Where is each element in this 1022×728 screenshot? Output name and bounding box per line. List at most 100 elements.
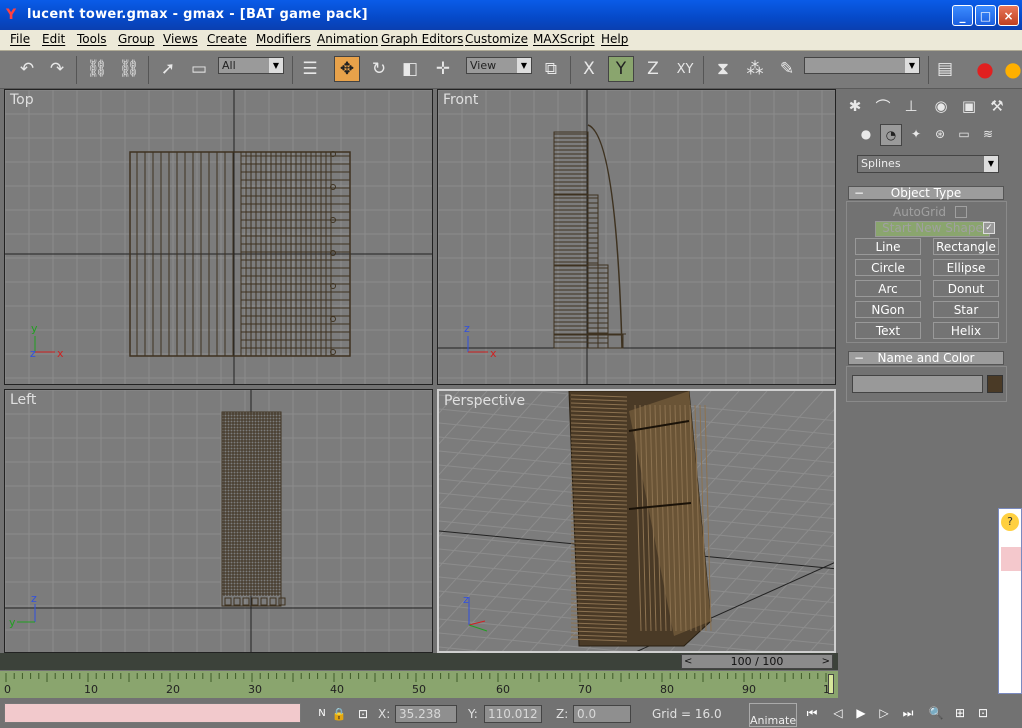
mirror-icon[interactable]: ⧗ (710, 56, 736, 82)
unlink-selection-icon[interactable]: ⛓ (116, 56, 142, 82)
material-editor-icon[interactable]: ● (972, 56, 998, 82)
gmax-app-icon[interactable]: Y (6, 7, 22, 23)
go-to-start-icon[interactable]: ⏮ (802, 703, 822, 723)
menu-help[interactable]: Help (601, 32, 628, 46)
zoom-icon[interactable]: 🔍 (926, 703, 946, 723)
named-selection-dropdown[interactable]: ▼ (804, 57, 920, 74)
viewport-perspective[interactable]: z Perspective (437, 389, 836, 653)
restrict-xy-icon[interactable]: XY (672, 56, 698, 82)
helix-button[interactable]: Helix (933, 322, 999, 339)
restrict-y-icon[interactable]: Y (608, 56, 634, 82)
ellipse-button[interactable]: Ellipse (933, 259, 999, 276)
modify-tab-icon[interactable]: ⌒ (870, 93, 896, 119)
absolute-mode-icon[interactable]: ⊡ (353, 704, 373, 724)
timeline[interactable]: 0 10 20 30 40 50 60 70 80 90 1 (0, 671, 838, 698)
animate-button[interactable]: Animate (749, 703, 797, 727)
time-marker[interactable] (828, 674, 834, 694)
undo-icon[interactable]: ↶ (14, 56, 40, 82)
render-icon[interactable]: ● (1000, 56, 1022, 82)
name-and-color-rollout-header[interactable]: − Name and Color (848, 351, 1004, 365)
ngon-button[interactable]: NGon (855, 301, 921, 318)
viewport-label-perspective[interactable]: Perspective (444, 393, 525, 409)
minimize-button[interactable]: _ (952, 5, 973, 26)
close-button[interactable]: × (998, 5, 1019, 26)
autogrid-checkbox[interactable] (955, 206, 967, 218)
motion-tab-icon[interactable]: ◉ (928, 93, 954, 119)
rectangle-button[interactable]: Rectangle (933, 238, 999, 255)
start-new-shape-button[interactable]: Start New Shape (875, 221, 990, 237)
select-and-link-icon[interactable]: ⛓ (84, 56, 110, 82)
reference-coordinate-dropdown[interactable]: View ▼ (466, 57, 532, 74)
use-pivot-point-icon[interactable]: ⧉ (538, 56, 564, 82)
arc-button[interactable]: Arc (855, 280, 921, 297)
x-coordinate-field[interactable]: 35.238 (395, 705, 457, 723)
select-and-move-icon[interactable]: ✥ (334, 56, 360, 82)
menu-graph-editors[interactable]: Graph Editors (381, 32, 463, 46)
zoom-extents-icon[interactable]: ⊡ (973, 703, 993, 723)
selection-filter-dropdown[interactable]: All ▼ (218, 57, 284, 74)
pivot-center-icon[interactable]: ✛ (430, 56, 456, 82)
help-assistant-icon[interactable]: ? (1001, 513, 1019, 531)
viewport-top[interactable]: y x z Top (4, 89, 433, 385)
rectangular-selection-icon[interactable]: ▭ (186, 56, 212, 82)
time-slider[interactable]: < 100 / 100 > (681, 654, 833, 669)
previous-frame-icon[interactable]: ◁ (828, 703, 848, 723)
select-by-name-icon[interactable]: ☰ (297, 56, 323, 82)
hierarchy-tab-icon[interactable]: ⊥ (898, 93, 924, 119)
menu-create[interactable]: Create (207, 32, 247, 46)
restrict-z-icon[interactable]: Z (640, 56, 666, 82)
viewport-front[interactable]: z x Front (437, 89, 836, 385)
category-dropdown[interactable]: Splines ▼ (857, 155, 999, 173)
maximize-button[interactable]: □ (975, 5, 996, 26)
text-button[interactable]: Text (855, 322, 921, 339)
spacewarps-icon[interactable]: ≋ (978, 124, 998, 144)
layers-icon[interactable]: ▤ (932, 56, 958, 82)
select-object-icon[interactable]: ➚ (155, 56, 181, 82)
star-button[interactable]: Star (933, 301, 999, 318)
select-and-rotate-icon[interactable]: ↻ (366, 56, 392, 82)
slider-prev-icon[interactable]: < (684, 655, 692, 668)
start-new-shape-checkbox[interactable]: ✓ (983, 222, 995, 234)
viewport-label-front[interactable]: Front (443, 92, 478, 108)
menu-maxscript[interactable]: MAXScript (533, 32, 595, 46)
zoom-all-icon[interactable]: ⊞ (950, 703, 970, 723)
maxscript-listener-field[interactable] (4, 703, 301, 723)
go-to-end-icon[interactable]: ⏭ (898, 703, 918, 723)
cameras-icon[interactable]: ⊛ (930, 124, 950, 144)
utilities-tab-icon[interactable]: ⚒ (984, 93, 1010, 119)
menu-animation[interactable]: Animation (317, 32, 378, 46)
menu-edit[interactable]: Edit (42, 32, 65, 46)
menu-views[interactable]: Views (163, 32, 198, 46)
line-button[interactable]: Line (855, 238, 921, 255)
lights-icon[interactable]: ✦ (906, 124, 926, 144)
z-coordinate-field[interactable]: 0.0 (573, 705, 631, 723)
viewport-label-left[interactable]: Left (10, 392, 36, 408)
object-color-swatch[interactable] (987, 375, 1003, 393)
viewport-left[interactable]: z y Left (4, 389, 433, 653)
y-coordinate-field[interactable]: 110.012 (484, 705, 542, 723)
next-frame-icon[interactable]: ▷ (874, 703, 894, 723)
circle-button[interactable]: Circle (855, 259, 921, 276)
slider-next-icon[interactable]: > (822, 655, 830, 668)
array-icon[interactable]: ⁂ (742, 56, 768, 82)
shapes-icon[interactable]: ◔ (880, 124, 902, 146)
menu-group[interactable]: Group (118, 32, 155, 46)
object-name-input[interactable] (852, 375, 983, 393)
helpers-icon[interactable]: ▭ (954, 124, 974, 144)
display-tab-icon[interactable]: ▣ (956, 93, 982, 119)
menu-modifiers[interactable]: Modifiers (256, 32, 311, 46)
align-icon[interactable]: ✎ (774, 56, 800, 82)
donut-button[interactable]: Donut (933, 280, 999, 297)
create-tab-icon[interactable]: ✱ (842, 93, 868, 119)
select-and-scale-icon[interactable]: ◧ (397, 56, 423, 82)
menu-file[interactable]: File (10, 32, 30, 46)
menu-tools[interactable]: Tools (77, 32, 107, 46)
redo-icon[interactable]: ↷ (44, 56, 70, 82)
viewport-label-top[interactable]: Top (10, 92, 34, 108)
geometry-icon[interactable]: ● (856, 124, 876, 144)
lock-icon[interactable]: 🔒 (329, 704, 349, 724)
restrict-x-icon[interactable]: X (576, 56, 602, 82)
play-icon[interactable]: ▶ (851, 703, 871, 723)
object-type-rollout-header[interactable]: − Object Type (848, 186, 1004, 200)
menu-customize[interactable]: Customize (465, 32, 528, 46)
